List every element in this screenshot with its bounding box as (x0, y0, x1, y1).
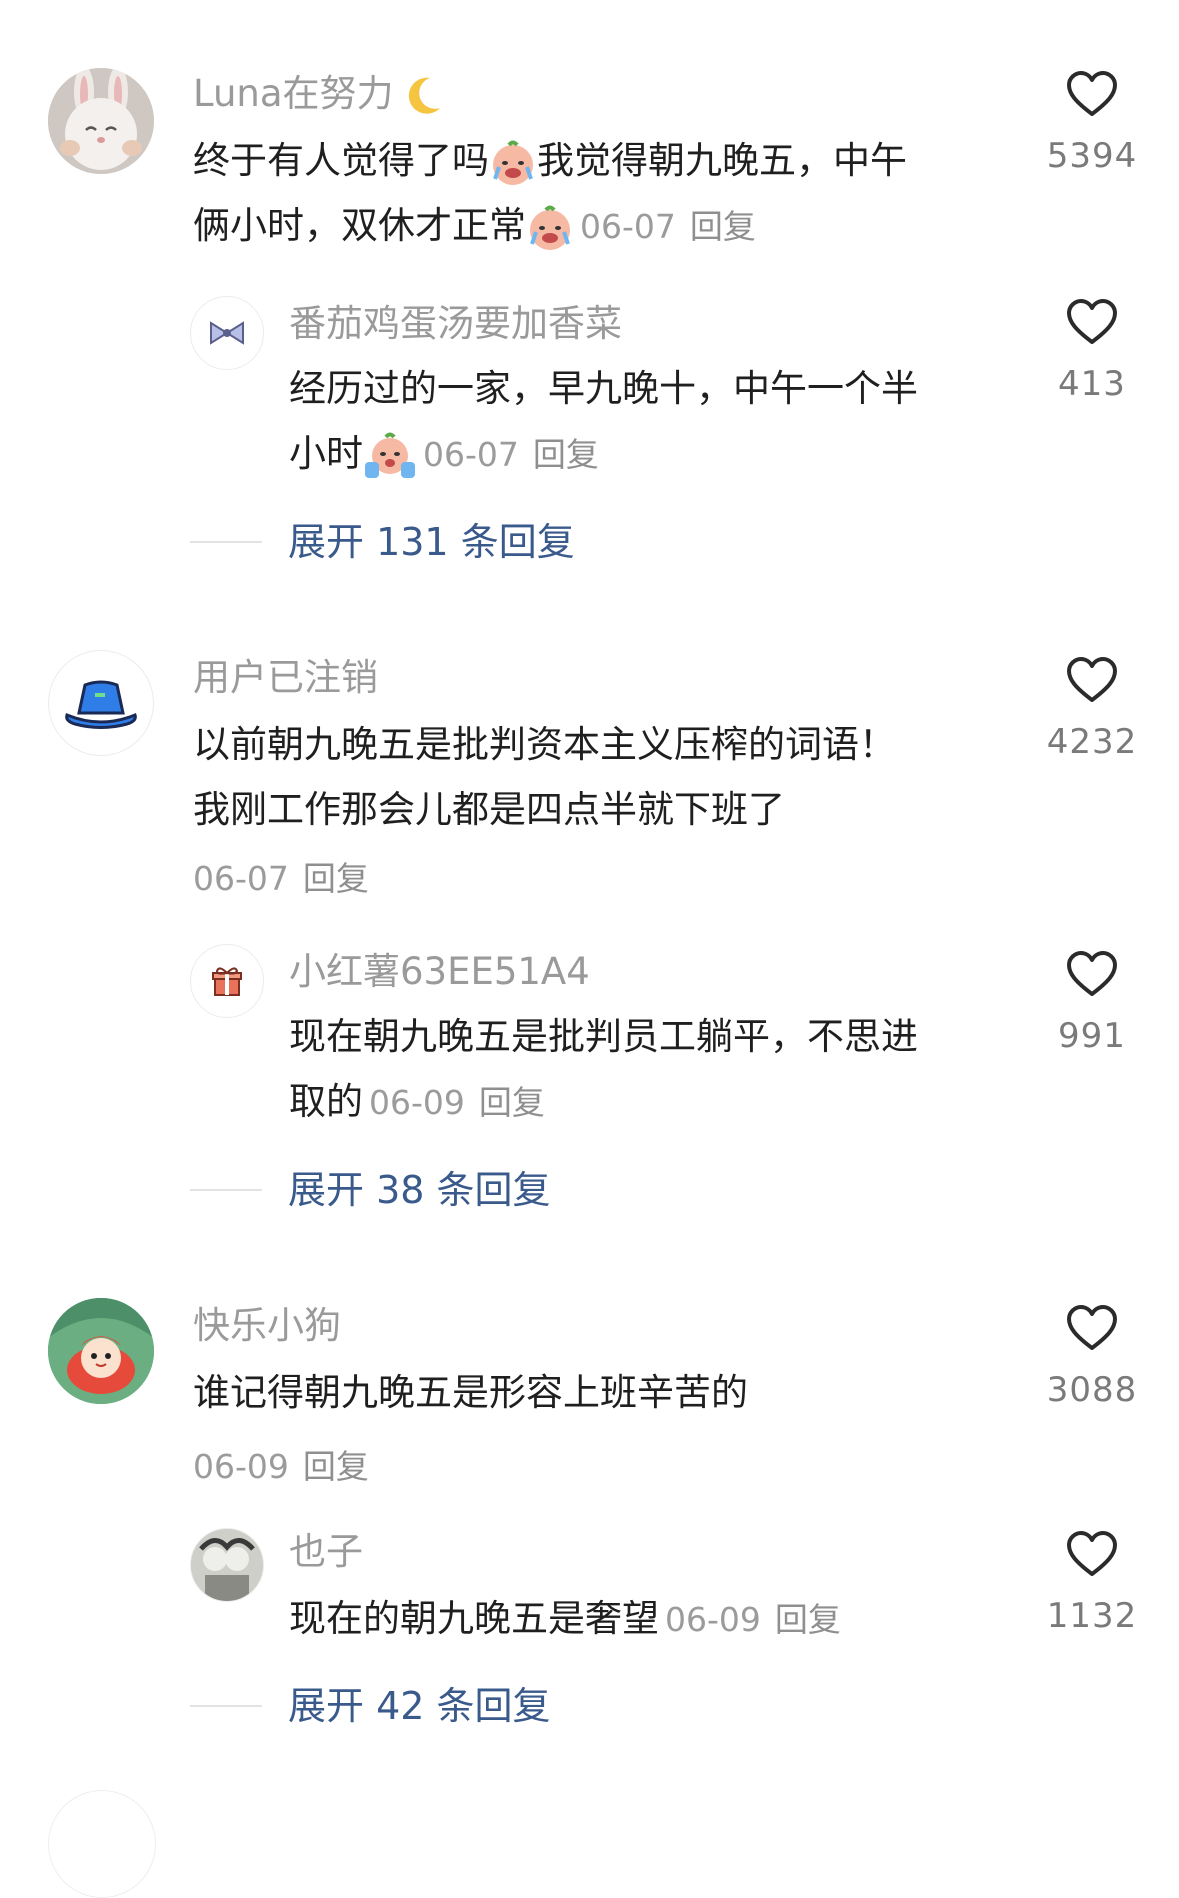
gift-icon (212, 967, 242, 996)
heart-icon (1067, 657, 1117, 702)
user-avatar[interactable] (48, 650, 154, 756)
reply-author-name[interactable]: 小红薯63EE51A4 (289, 950, 590, 994)
like-count: 3088 (1046, 1370, 1138, 1410)
photo-avatar-icon (191, 1529, 263, 1601)
like-button[interactable]: 413 (1017, 298, 1167, 404)
comment-meta: 06-09 回复 (193, 1440, 369, 1488)
reply-button[interactable]: 回复 (303, 859, 369, 898)
divider (190, 1705, 262, 1707)
bunny-avatar-icon (48, 68, 154, 174)
like-count: 5394 (1046, 136, 1138, 176)
reply-date: 06-09 (369, 1083, 465, 1122)
like-count: 1132 (1046, 1596, 1138, 1636)
reply-button[interactable]: 回复 (479, 1083, 545, 1122)
user-avatar[interactable] (48, 68, 154, 174)
comment-author-name[interactable]: Luna在努力 (193, 72, 444, 118)
user-avatar[interactable] (48, 1298, 154, 1404)
heart-icon (1067, 299, 1117, 344)
expand-replies-button[interactable]: 展开 38 条回复 (190, 1168, 551, 1212)
user-avatar[interactable] (190, 296, 264, 370)
comment-text: 谁记得朝九晚五是形容上班辛苦的 (193, 1371, 748, 1414)
reply-text: 现在的朝九晚五是奢望 06-09 回复 (289, 1597, 841, 1640)
crescent-moon-icon (408, 77, 440, 114)
comment-text: 以前朝九晚五是批判资本主义压榨的词语！ 我刚工作那会儿都是四点半就下班了 (193, 723, 896, 831)
expand-replies-button[interactable]: 展开 42 条回复 (190, 1684, 551, 1728)
comment-date: 06-07 (193, 859, 289, 898)
expand-replies-label: 展开 42 条回复 (288, 1684, 551, 1728)
reply-button[interactable]: 回复 (533, 435, 599, 474)
divider (190, 1189, 262, 1191)
like-button[interactable]: 4232 (1017, 656, 1167, 762)
reply-text: 经历过的一家，早九晚十，中午一个半 小时 06-07 回复 (289, 356, 1009, 487)
reply-author-name[interactable]: 番茄鸡蛋汤要加香菜 (289, 302, 622, 346)
reply-button[interactable]: 回复 (775, 1600, 841, 1639)
like-count: 413 (1058, 364, 1126, 404)
heart-icon (1067, 951, 1117, 996)
like-count: 4232 (1046, 722, 1138, 762)
heart-icon (1067, 71, 1117, 116)
comment-date: 06-07 (580, 207, 676, 246)
like-button[interactable]: 5394 (1017, 70, 1167, 176)
like-button[interactable]: 1132 (1017, 1530, 1167, 1636)
crying-face-icon (493, 140, 533, 185)
heart-icon (1067, 1531, 1117, 1576)
comment-author-name[interactable]: 快乐小狗 (193, 1304, 341, 1348)
divider (190, 541, 262, 543)
comment-text: 终于有人觉得了吗 我觉得朝九晚五，中午 俩小时，双休才正常 06-07 回复 (193, 128, 993, 259)
reply-date: 06-07 (423, 435, 519, 474)
reply-author-name[interactable]: 也子 (289, 1530, 363, 1574)
ponyo-avatar-icon (48, 1298, 154, 1404)
like-button[interactable]: 991 (1017, 950, 1167, 1056)
next-comment-avatar[interactable] (48, 1790, 156, 1898)
reply-button[interactable]: 回复 (690, 207, 756, 246)
user-avatar[interactable] (190, 944, 264, 1018)
like-button[interactable]: 3088 (1017, 1304, 1167, 1410)
expand-replies-label: 展开 131 条回复 (288, 520, 575, 564)
reply-date: 06-09 (665, 1600, 761, 1639)
expand-replies-label: 展开 38 条回复 (288, 1168, 551, 1212)
comment-author-name[interactable]: 用户已注销 (193, 656, 378, 700)
comment-date: 06-09 (193, 1447, 289, 1486)
crying-face-icon (530, 205, 570, 250)
bow-icon (210, 321, 244, 345)
user-avatar[interactable] (190, 1528, 264, 1602)
bucket-hat-icon (65, 680, 137, 729)
crying-face-icon (365, 432, 415, 478)
comment-meta: 06-07 回复 (193, 852, 369, 900)
reply-text: 现在朝九晚五是批判员工躺平，不思进 取的 06-09 回复 (289, 1015, 918, 1123)
like-count: 991 (1058, 1016, 1126, 1056)
expand-replies-button[interactable]: 展开 131 条回复 (190, 520, 575, 564)
reply-button[interactable]: 回复 (303, 1447, 369, 1486)
heart-icon (1067, 1305, 1117, 1350)
